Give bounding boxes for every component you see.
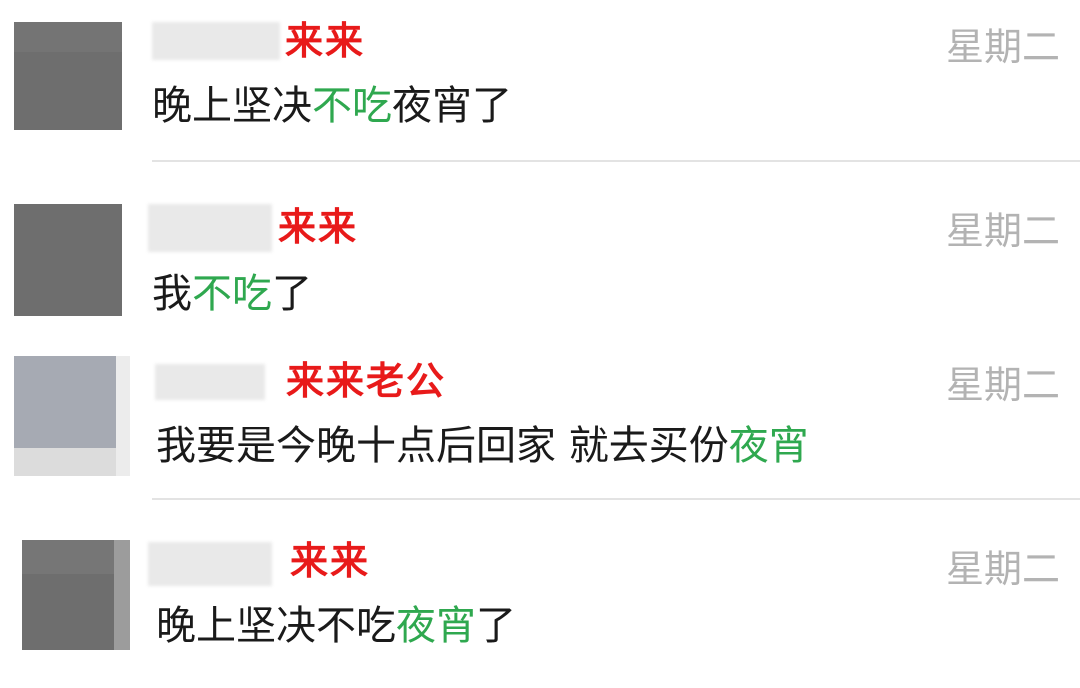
sender-name: 来来 bbox=[285, 19, 366, 63]
timestamp: 星期二 bbox=[945, 209, 1060, 253]
message-preview: 晚上坚决不吃夜宵了 bbox=[152, 83, 512, 129]
sender-name: 来来 bbox=[290, 539, 371, 583]
avatar[interactable] bbox=[14, 204, 122, 316]
chat-row[interactable]: 来来 星期二 晚上坚决不吃夜宵了 bbox=[0, 500, 1080, 688]
chat-row[interactable]: 来来老公 星期二 我要是今晚十点后回家 就去买份夜宵 bbox=[0, 332, 1080, 498]
blurred-contact-name bbox=[148, 204, 272, 252]
message-preview: 我不吃了 bbox=[152, 271, 312, 317]
blurred-contact-name bbox=[152, 22, 280, 60]
avatar[interactable] bbox=[22, 540, 130, 650]
sender-name: 来来 bbox=[278, 205, 359, 249]
avatar[interactable] bbox=[14, 22, 122, 130]
timestamp: 星期二 bbox=[945, 25, 1060, 69]
message-preview: 我要是今晚十点后回家 就去买份夜宵 bbox=[156, 423, 809, 469]
timestamp: 星期二 bbox=[945, 547, 1060, 591]
blurred-contact-name bbox=[148, 542, 272, 586]
message-preview: 晚上坚决不吃夜宵了 bbox=[156, 603, 516, 649]
chat-row[interactable]: 来来 星期二 晚上坚决不吃夜宵了 bbox=[0, 0, 1080, 160]
timestamp: 星期二 bbox=[945, 363, 1060, 407]
blurred-contact-name bbox=[155, 364, 265, 400]
chat-row[interactable]: 来来 星期二 我不吃了 bbox=[0, 162, 1080, 332]
avatar[interactable] bbox=[14, 356, 130, 476]
sender-name: 来来老公 bbox=[286, 359, 447, 403]
